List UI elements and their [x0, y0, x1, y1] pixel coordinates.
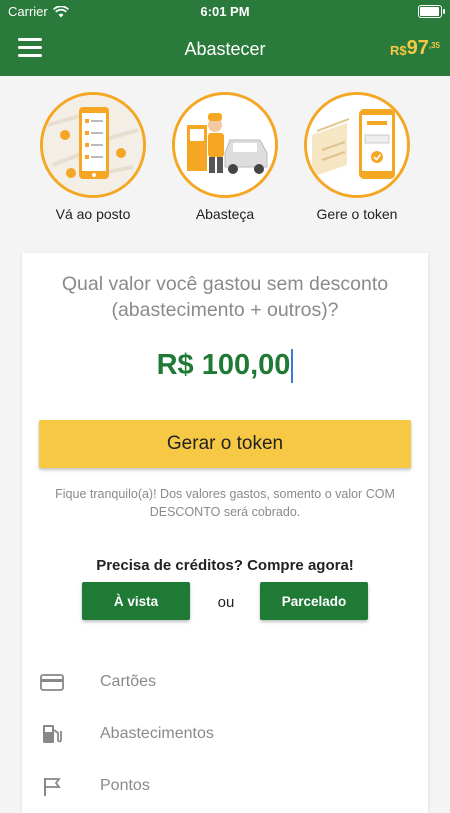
discount-note: Fique tranquilo(a)! Dos valores gastos, …	[55, 487, 395, 519]
step-label-fuel-up: Abasteça	[195, 206, 255, 222]
amount-input[interactable]: R$ 100,00	[22, 349, 428, 384]
status-bar: Carrier 6:01 PM	[0, 0, 450, 24]
flag-icon	[44, 778, 61, 796]
menu-label-points: Pontos	[100, 777, 150, 794]
text-caret	[291, 349, 294, 384]
phone-token-icon	[304, 92, 410, 198]
top-bar: Carrier 6:01 PM Abastecer R$ 97 ,35	[0, 0, 450, 76]
pay-installments-button[interactable]: Parcelado	[260, 582, 368, 620]
fuel-station-icon	[172, 92, 278, 198]
balance-currency: R$	[389, 43, 407, 58]
menu-item-fuelings[interactable]: Abastecimentos	[22, 707, 428, 759]
step-generate-token: Gere o token	[292, 92, 422, 222]
step-go-to-station: Vá ao posto	[28, 92, 158, 222]
balance-decimal: ,35	[428, 41, 440, 50]
generate-token-button[interactable]: Gerar o token	[39, 420, 411, 468]
token-card: Qual valor você gastou sem desconto (aba…	[22, 253, 428, 813]
navigation-bar: Abastecer R$ 97 ,35	[0, 26, 450, 72]
buy-credits-title: Precisa de créditos? Compre agora!	[96, 557, 354, 574]
step-label-generate-token: Gere o token	[316, 206, 398, 222]
amount-value: R$ 100,00	[156, 349, 291, 381]
menu-label-fuelings: Abastecimentos	[100, 725, 214, 742]
page-title: Abastecer	[184, 39, 266, 59]
step-label-go-to-station: Vá ao posto	[55, 206, 131, 222]
amount-question: Qual valor você gastou sem desconto (aba…	[61, 273, 389, 321]
credit-card-icon	[40, 674, 64, 691]
status-time: 6:01 PM	[200, 4, 250, 19]
or-separator: ou	[217, 594, 235, 611]
fuel-pump-icon	[43, 725, 62, 743]
battery-icon	[418, 5, 445, 18]
steps-section: Vá ao posto Abasteça Gere o token	[0, 76, 450, 244]
step-fuel-up: Abasteça	[160, 92, 290, 222]
menu-item-points[interactable]: Pontos	[22, 759, 428, 811]
balance-integer: 97	[406, 37, 429, 59]
balance-display[interactable]: R$ 97 ,35	[390, 37, 440, 60]
menu-item-cards[interactable]: Cartões	[22, 655, 428, 707]
menu-label-cards: Cartões	[100, 673, 157, 690]
pay-cash-button[interactable]: À vista	[82, 582, 190, 620]
phone-map-icon	[40, 92, 146, 198]
